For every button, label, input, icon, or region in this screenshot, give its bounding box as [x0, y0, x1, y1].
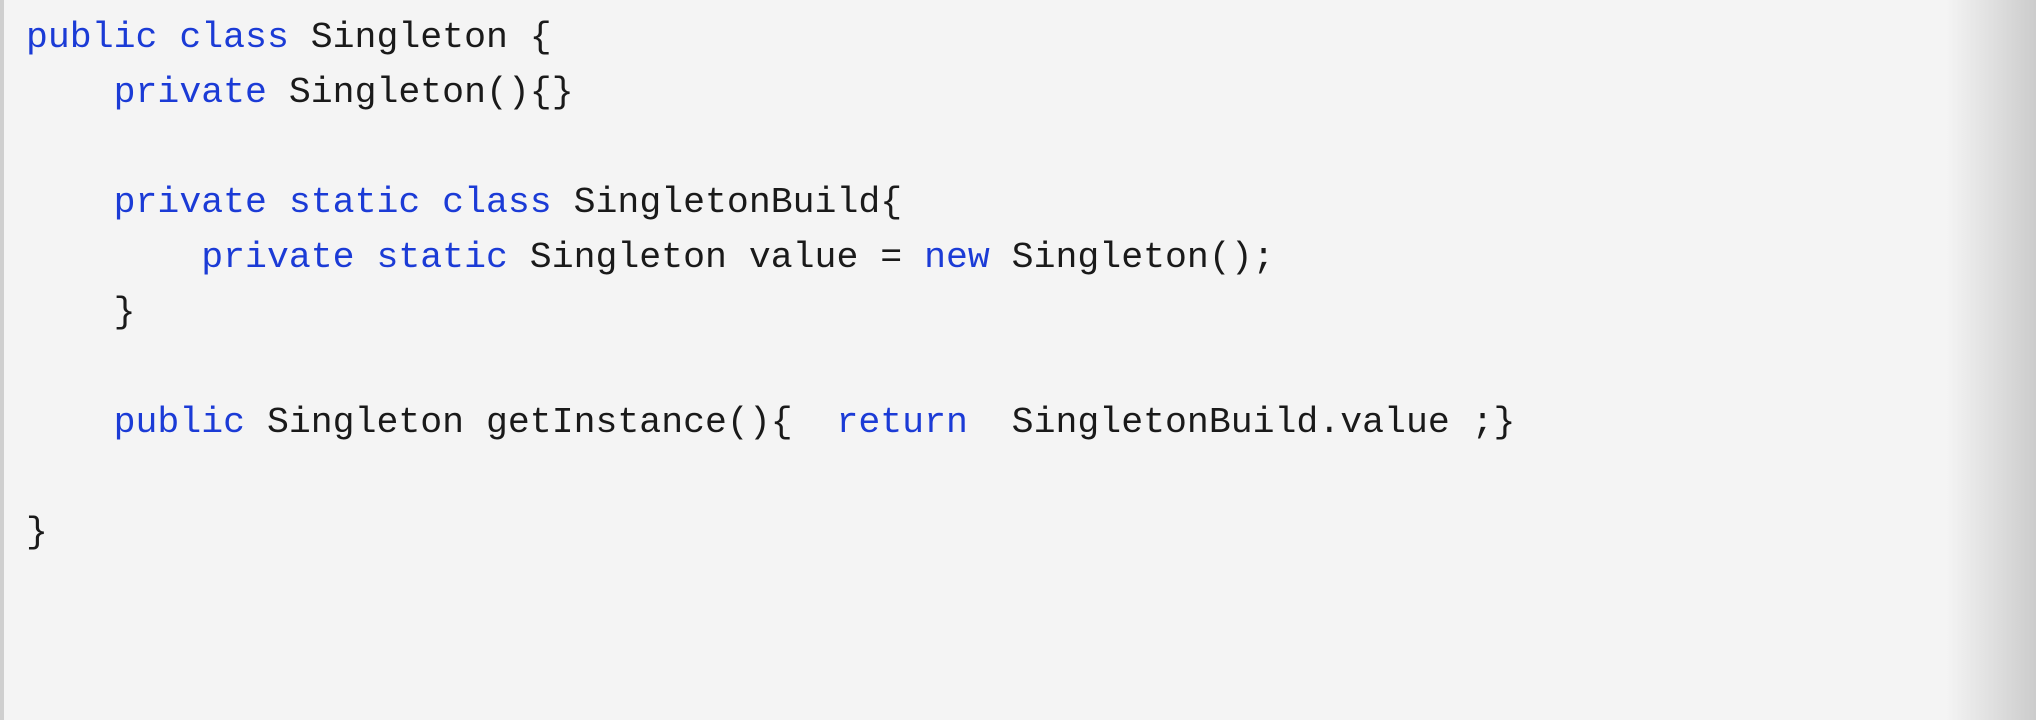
code-line: private static Singleton value = new Sin… — [26, 230, 1515, 285]
code-listing: public class Singleton { private Singlet… — [26, 10, 1515, 560]
code-line: public class Singleton { — [26, 10, 1515, 65]
code-keyword: public — [113, 402, 246, 443]
code-text: } — [26, 512, 48, 553]
code-text: Singleton(); — [989, 237, 1275, 278]
code-keyword: private static — [201, 237, 508, 278]
scroll-shadow — [1946, 0, 2036, 720]
code-text: SingletonBuild.value ;} — [967, 402, 1516, 443]
code-line: public Singleton getInstance(){ return S… — [26, 395, 1516, 450]
code-text: } — [26, 292, 136, 333]
code-keyword: private static class — [113, 182, 552, 223]
code-line: private Singleton(){} — [26, 65, 1515, 120]
code-line: } — [26, 285, 1515, 340]
code-text: SingletonBuild{ — [551, 182, 903, 223]
code-keyword: return — [836, 402, 968, 443]
code-keyword: private — [113, 72, 267, 113]
code-text: Singleton getInstance(){ — [245, 402, 837, 443]
code-text: Singleton value = — [507, 237, 925, 278]
code-text: Singleton(){} — [266, 72, 574, 113]
code-line: } — [26, 505, 1515, 560]
code-text: Singleton { — [288, 17, 552, 58]
code-keyword: new — [924, 237, 990, 278]
code-block: public class Singleton { private Singlet… — [0, 0, 2036, 720]
code-keyword: public class — [26, 17, 289, 58]
code-line: private static class SingletonBuild{ — [26, 175, 1515, 230]
